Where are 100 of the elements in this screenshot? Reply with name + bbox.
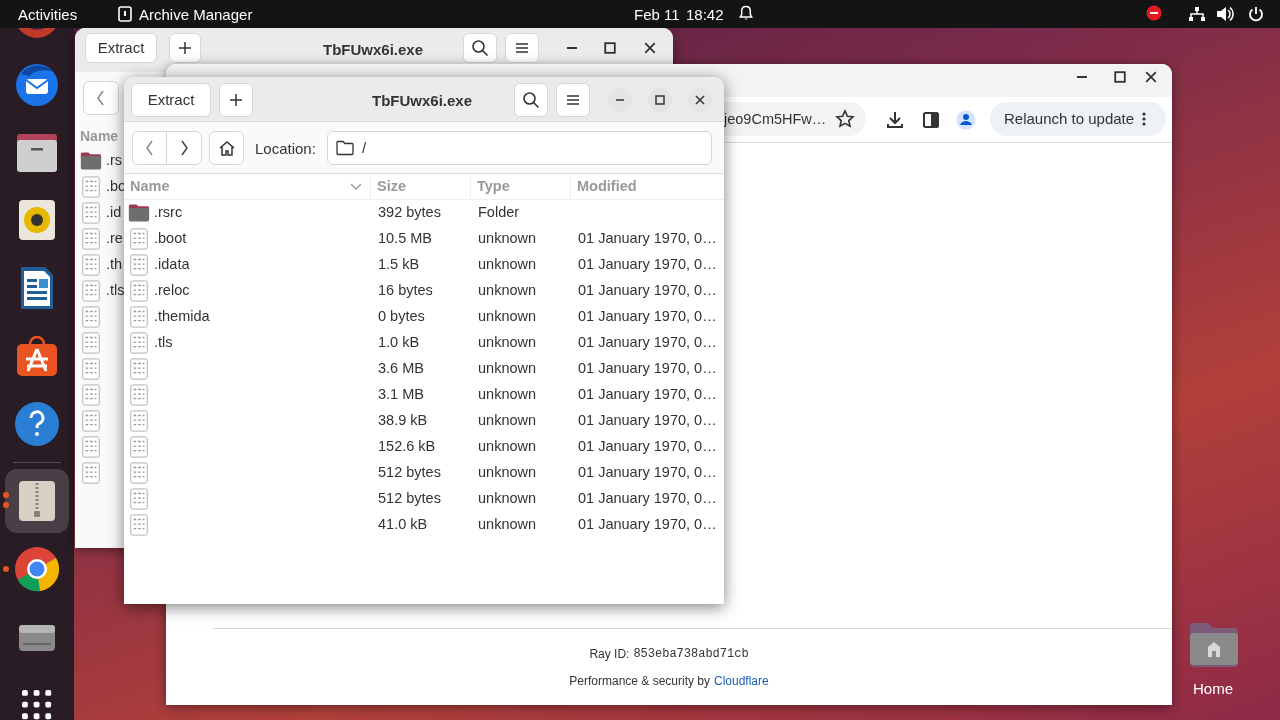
table-cell: unknown (478, 256, 537, 273)
folder-icon[interactable] (1188, 621, 1240, 667)
home-button[interactable] (209, 131, 244, 165)
record-indicator-icon[interactable] (1146, 5, 1162, 21)
file-name: .re (106, 229, 123, 249)
browser-icon[interactable] (13, 545, 61, 593)
table-cell: 01 January 1970, 0… (578, 256, 717, 273)
file-name: .tls (106, 281, 125, 301)
sort-chevron-icon[interactable] (350, 183, 362, 191)
table-cell: 3.6 MB (378, 360, 424, 377)
folder-icon (80, 150, 102, 172)
app-menu[interactable]: Archive Manager (139, 4, 253, 27)
binary-file-icon (128, 462, 150, 484)
relaunch-button[interactable]: Relaunch to update (990, 102, 1166, 136)
download-icon[interactable] (885, 110, 905, 130)
table-cell: 0 bytes (378, 308, 425, 325)
table-cell: 10.5 MB (378, 230, 432, 247)
binary-file-icon (80, 462, 102, 484)
volume-icon[interactable] (1216, 6, 1234, 22)
table-cell: 1.0 kB (378, 334, 420, 351)
minimize-icon (1077, 76, 1087, 78)
star-icon[interactable] (835, 109, 855, 129)
menu-button[interactable] (556, 83, 590, 117)
minimize-icon (616, 99, 624, 101)
table-cell: 152.6 kB (378, 438, 436, 455)
table-cell: unknown (478, 230, 537, 247)
add-button[interactable] (219, 83, 253, 117)
file-name: .rs (106, 151, 123, 171)
maximize-icon (604, 42, 616, 54)
binary-file-icon (80, 228, 102, 250)
table-cell: 01 January 1970, 0… (578, 438, 717, 455)
table-cell: 392 bytes (378, 204, 441, 221)
binary-file-icon (128, 280, 150, 302)
file-name: .id (106, 203, 122, 223)
help-icon[interactable] (13, 400, 61, 448)
binary-file-icon (128, 228, 150, 250)
binary-file-icon (80, 436, 102, 458)
activities-button[interactable]: Activities (18, 4, 78, 27)
binary-file-icon (80, 176, 102, 198)
table-cell: unknown (478, 438, 537, 455)
close-icon (1145, 71, 1157, 83)
menu-button[interactable] (505, 33, 539, 63)
search-button[interactable] (514, 83, 548, 117)
folder-icon (128, 202, 150, 224)
table-cell: unknown (478, 334, 537, 351)
network-icon[interactable] (1188, 6, 1206, 22)
power-icon[interactable] (1248, 6, 1264, 22)
table-cell: 512 bytes (378, 490, 441, 507)
binary-file-icon (80, 332, 102, 354)
binary-file-icon (128, 410, 150, 432)
binary-file-icon (128, 254, 150, 276)
binary-file-icon (80, 384, 102, 406)
file-name: .th (106, 255, 123, 275)
search-icon (522, 91, 540, 109)
side-panel-icon[interactable] (922, 111, 940, 129)
table-cell: 01 January 1970, 0… (578, 230, 717, 247)
table-cell: Folder (478, 204, 520, 221)
binary-file-icon (128, 514, 150, 536)
file-name: .tls (154, 333, 173, 353)
binary-file-icon (128, 488, 150, 510)
bell-icon[interactable] (739, 5, 753, 21)
minimize-button[interactable] (608, 88, 632, 112)
close-icon (644, 42, 656, 54)
table-cell: unknown (478, 516, 537, 533)
desktop-icon-label[interactable]: Home (1193, 678, 1233, 701)
close-button[interactable] (688, 88, 712, 112)
profile-icon[interactable] (956, 110, 976, 130)
search-icon (471, 39, 489, 57)
table-cell: 01 January 1970, 0… (578, 360, 717, 377)
plus-icon (176, 39, 194, 57)
binary-file-icon (128, 306, 150, 328)
table-cell: unknown (478, 386, 537, 403)
search-button[interactable] (463, 33, 497, 63)
table-cell: 41.0 kB (378, 516, 428, 533)
table-cell: 01 January 1970, 0… (578, 386, 717, 403)
binary-file-icon (80, 410, 102, 432)
clock-time[interactable]: 18:42 (686, 4, 724, 27)
extract-button[interactable]: Extract (85, 33, 157, 63)
add-button[interactable] (169, 33, 201, 63)
cloudflare-link[interactable]: Cloudflare (714, 672, 769, 692)
binary-file-icon (128, 358, 150, 380)
ray-id-label: Ray ID: (589, 646, 630, 663)
window-title: TbFUwx6i.exe (372, 91, 473, 111)
maximize-button[interactable] (648, 88, 672, 112)
table-cell: 512 bytes (378, 464, 441, 481)
footer-text: Performance & security by (569, 673, 710, 690)
clock-date[interactable]: Feb 11 (634, 4, 680, 27)
location-field[interactable]: / (327, 131, 712, 165)
binary-file-icon (128, 332, 150, 354)
table-cell: 16 bytes (378, 282, 433, 299)
url-text: jeo9Cm5HFw… (724, 110, 827, 129)
binary-file-icon (80, 254, 102, 276)
table-cell: 01 January 1970, 0… (578, 282, 717, 299)
file-name: .boot (154, 229, 187, 249)
file-name: .themida (154, 307, 210, 327)
table-cell: 1.5 kB (378, 256, 420, 273)
maximize-icon (655, 95, 665, 105)
extract-button[interactable]: Extract (131, 83, 211, 117)
ray-id-value: 853eba738abd71cb (633, 646, 749, 663)
minimize-icon (567, 47, 577, 49)
